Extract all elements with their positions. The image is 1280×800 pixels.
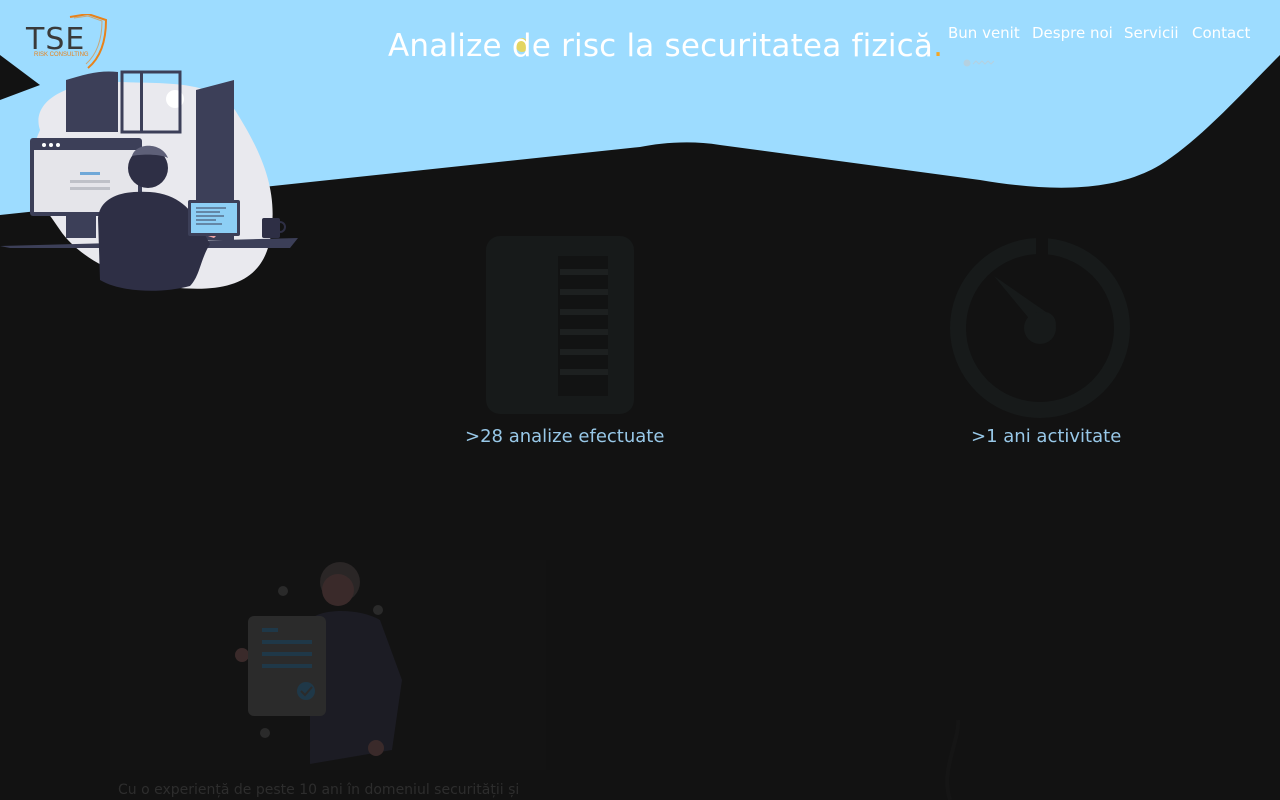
page-title: Analize de risc la securitatea fizică. (388, 28, 943, 64)
about-illustration (110, 560, 546, 770)
document-icon (486, 236, 634, 414)
nav-item-servicii[interactable]: Servicii (1124, 24, 1179, 42)
stat-analyses-label: >28 analize efectuate (465, 426, 665, 447)
signature-decoration (963, 59, 995, 67)
nav-item-bun-venit[interactable]: Bun venit (948, 24, 1020, 42)
logo-subtitle: RISK CONSULTING (34, 52, 89, 58)
plant-decoration (945, 719, 961, 800)
stopwatch-icon (950, 236, 1130, 418)
nav-item-contact[interactable]: Contact (1192, 24, 1250, 42)
nav-item-despre-noi[interactable]: Despre noi (1032, 24, 1113, 42)
page-title-text: Analize de risc la securitatea fizică (388, 28, 934, 64)
stat-years-label: >1 ani activitate (971, 426, 1122, 447)
about-paragraph: Cu o experiență de peste 10 ani în domen… (118, 782, 520, 798)
title-dot: . (933, 28, 944, 64)
hero-illustration (0, 70, 298, 291)
site-logo[interactable]: TSE RISK CONSULTING (22, 14, 112, 74)
